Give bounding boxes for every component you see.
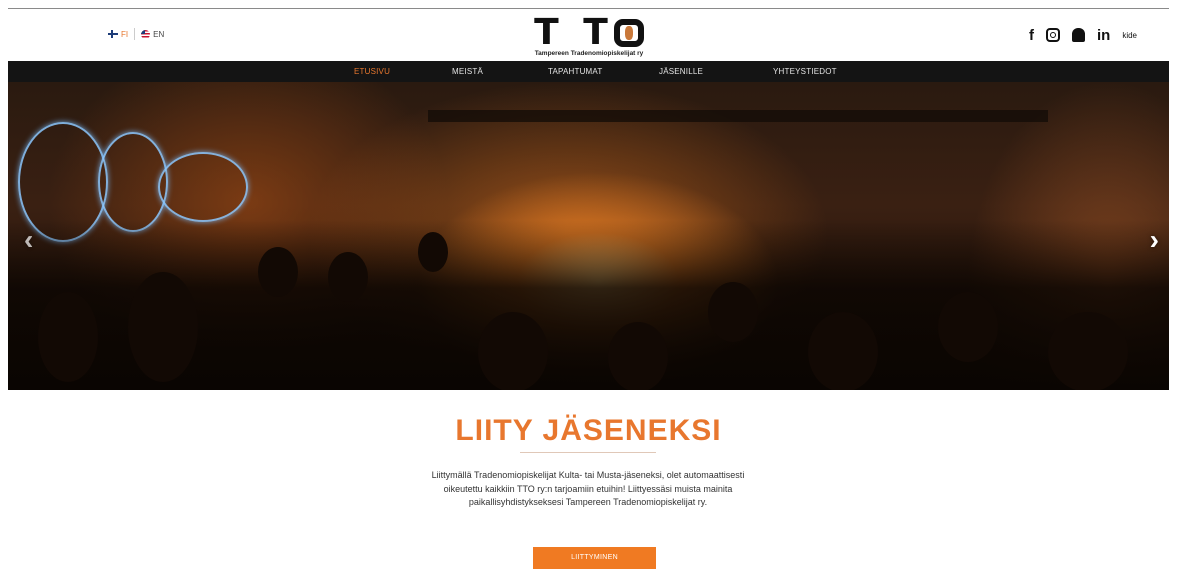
nav-item-jasenille[interactable]: JÄSENILLE (659, 67, 703, 76)
heading-divider (520, 452, 656, 453)
main-nav: ETUSIVU MEISTÄ TAPAHTUMAT JÄSENILLE YHTE… (8, 61, 1169, 82)
nav-item-meista[interactable]: MEISTÄ (452, 67, 483, 76)
crowd-head (328, 252, 368, 302)
ceiling-truss (428, 110, 1048, 122)
lang-fi-option[interactable]: FI (108, 30, 128, 39)
site-header: FI EN T T Tampereen Tradenomiopiskelijat… (0, 9, 1177, 61)
chevron-right-icon[interactable]: › (1150, 224, 1159, 256)
crowd-head (38, 292, 98, 382)
tto-logo[interactable]: T T Tampereen Tradenomiopiskelijat ry (510, 15, 668, 59)
snapchat-icon[interactable] (1071, 28, 1085, 42)
join-heading: LIITY JÄSENEKSI (455, 414, 722, 447)
crowd-head (608, 322, 668, 390)
nav-item-etusivu[interactable]: ETUSIVU (354, 67, 390, 76)
crowd-head (128, 272, 198, 382)
lang-en-option[interactable]: EN (141, 29, 165, 39)
logo-mark: T T (510, 15, 668, 51)
crowd-head (478, 312, 548, 390)
linkedin-icon[interactable]: in (1097, 27, 1110, 44)
lang-fi-label: FI (121, 29, 129, 39)
instagram-icon[interactable] (1045, 28, 1060, 42)
crowd-head (1048, 312, 1128, 390)
chevron-left-icon[interactable]: ‹ (24, 224, 33, 256)
hero-slideshow: ‹ › (8, 82, 1169, 390)
crowd-head (808, 312, 878, 390)
join-button[interactable]: LIITTYMINEN (533, 547, 656, 569)
facebook-icon[interactable]: f (1029, 27, 1034, 44)
finland-flag-icon (108, 30, 118, 38)
crowd-head (418, 232, 448, 272)
uk-flag-icon (141, 29, 151, 39)
kide-icon[interactable]: kide (1122, 27, 1137, 43)
nav-item-tapahtumat[interactable]: TAPAHTUMAT (548, 67, 602, 76)
crowd-head (258, 247, 298, 297)
logo-emblem-icon (613, 19, 644, 47)
neon-light (158, 152, 248, 222)
crowd-head (938, 292, 998, 362)
language-switcher: FI EN (108, 28, 164, 40)
join-description: Liittymällä Tradenomiopiskelijat Kulta- … (431, 470, 745, 507)
crowd-head (708, 282, 758, 342)
social-links: f in kide (1029, 27, 1137, 44)
lang-divider (134, 28, 136, 40)
nav-item-yhteystiedot[interactable]: YHTEYSTIEDOT (773, 67, 837, 76)
lang-en-label: EN (153, 29, 165, 39)
